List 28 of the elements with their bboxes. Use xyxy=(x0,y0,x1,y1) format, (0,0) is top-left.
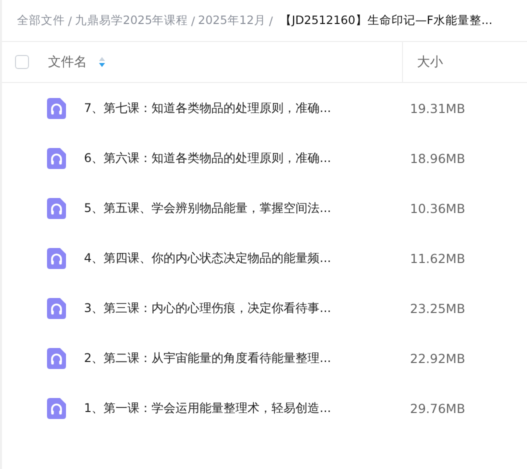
column-header[interactable]: 文件名 xyxy=(48,53,87,71)
file-size: 11.62MB xyxy=(410,250,466,266)
file-name[interactable]: 2、第二课：从宇宙能量的角度看待能量整理... xyxy=(84,350,394,366)
audio-file-icon xyxy=(47,98,66,118)
audio-file-icon xyxy=(47,348,66,368)
audio-file-icon xyxy=(47,298,66,318)
file-name[interactable]: 5、第五课、学会辨别物品能量，掌握空间法... xyxy=(84,200,394,216)
audio-file-icon xyxy=(47,248,66,268)
file-size: 29.76MB xyxy=(410,400,466,416)
file-size: 18.96MB xyxy=(410,150,466,166)
audio-file-icon xyxy=(47,148,66,168)
audio-file-icon xyxy=(47,198,66,218)
file-size: 10.36MB xyxy=(410,200,466,216)
column-header[interactable]: 大小 xyxy=(417,53,443,71)
file-size: 22.92MB xyxy=(410,350,466,366)
file-name[interactable]: 4、第四课、你的内心状态决定物品的能量频... xyxy=(84,250,394,266)
file-name[interactable]: 6、第六课：知道各类物品的处理原则，准确... xyxy=(84,150,394,166)
file-name[interactable]: 3、第三课：内心的心理伤痕，决定你看待事... xyxy=(84,300,394,316)
select-all-checkbox[interactable] xyxy=(15,55,29,69)
breadcrumb-separator: / xyxy=(268,14,273,28)
file-name[interactable]: 7、第七课：知道各类物品的处理原则，准确... xyxy=(84,100,394,116)
breadcrumb-separator: / xyxy=(191,14,196,28)
breadcrumb-separator: / xyxy=(68,14,72,28)
audio-file-icon xyxy=(47,398,66,418)
file-name[interactable]: 1、第一课：学会运用能量整理术，轻易创造... xyxy=(84,400,394,416)
file-size: 19.31MB xyxy=(410,100,466,116)
file-size: 23.25MB xyxy=(410,300,466,316)
sort-icon[interactable] xyxy=(99,57,105,67)
